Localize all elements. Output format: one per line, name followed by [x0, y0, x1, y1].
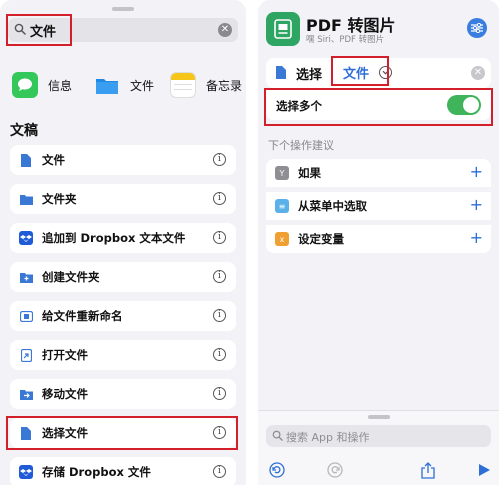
list-item-move-file[interactable]: 移动文件 i	[10, 379, 236, 409]
suggestion-choose-from-menu[interactable]: ≡ 从菜单中选取 +	[266, 192, 491, 220]
suggestion-set-variable[interactable]: x 设定变量 +	[266, 225, 491, 253]
undo-icon	[269, 462, 285, 478]
action-library-panel: 文件 ✕ 信息 文件 备忘录 文稿 文件 i 文件夹 i 追加到 Dropbox…	[0, 0, 246, 485]
section-title: 文稿	[10, 123, 38, 139]
list-item-dropbox-save[interactable]: 存储 Dropbox 文件 i	[10, 457, 236, 485]
app-label: 备忘录	[206, 78, 243, 93]
redo-button[interactable]	[326, 461, 344, 479]
list-item-label: 打开文件	[42, 348, 88, 362]
list-item-file[interactable]: 文件 i	[10, 145, 236, 175]
variable-icon: x	[275, 232, 289, 246]
redo-icon	[327, 462, 343, 478]
list-item-label: 移动文件	[42, 387, 88, 401]
create-folder-icon	[19, 270, 33, 284]
suggestion-label: 设定变量	[298, 232, 344, 246]
info-icon[interactable]: i	[213, 270, 226, 283]
add-icon[interactable]: +	[470, 195, 483, 214]
file-icon	[276, 66, 286, 79]
remove-action-icon[interactable]: ✕	[471, 66, 485, 80]
app-row: 信息 文件 备忘录	[10, 70, 246, 100]
list-item-open-file[interactable]: 打开文件 i	[10, 340, 236, 370]
sliders-icon	[471, 23, 483, 33]
list-item-label: 存储 Dropbox 文件	[42, 465, 151, 479]
app-label: 信息	[48, 78, 73, 93]
folder-icon	[19, 192, 33, 206]
list-item-create-folder[interactable]: 创建文件夹 i	[10, 262, 236, 292]
clear-search-icon[interactable]: ✕	[218, 23, 232, 37]
shortcut-editor-panel: PDF 转图片 嘿 Siri、PDF 转图片 选择 文件 ✕ 选择多个 下个操作…	[258, 0, 499, 485]
dropbox-icon	[19, 465, 33, 479]
dropbox-icon	[19, 231, 33, 245]
messages-app-icon	[12, 72, 38, 98]
add-icon[interactable]: +	[470, 228, 483, 247]
rename-file-icon	[19, 309, 33, 323]
play-icon	[478, 464, 490, 476]
suggestions-title: 下个操作建议	[268, 139, 334, 152]
highlight-search	[6, 14, 72, 46]
share-button[interactable]	[419, 461, 437, 479]
suggestion-if[interactable]: Y 如果 +	[266, 159, 491, 187]
suggestion-label: 从菜单中选取	[298, 199, 367, 213]
if-branch-icon: Y	[275, 166, 289, 180]
info-icon[interactable]: i	[213, 192, 226, 205]
highlight-select-file	[6, 416, 238, 450]
move-file-icon	[19, 387, 33, 401]
action-search-placeholder: 搜索 App 和操作	[286, 431, 370, 444]
open-file-icon	[19, 348, 33, 362]
action-search-field[interactable]: 搜索 App 和操作	[266, 425, 491, 447]
highlight-select-multiple	[264, 88, 493, 126]
notes-app-icon	[170, 72, 196, 98]
info-icon[interactable]: i	[213, 153, 226, 166]
list-item-label: 给文件重新命名	[42, 309, 123, 323]
info-icon[interactable]: i	[213, 309, 226, 322]
list-item-label: 文件	[42, 153, 65, 167]
list-item-rename-file[interactable]: 给文件重新命名 i	[10, 301, 236, 331]
list-item-label: 文件夹	[42, 192, 77, 206]
highlight-file-token	[331, 56, 389, 86]
info-icon[interactable]: i	[213, 387, 226, 400]
app-notes[interactable]: 备忘录	[170, 70, 242, 100]
shortcut-subtitle: 嘿 Siri、PDF 转图片	[306, 35, 385, 45]
action-label: 选择	[296, 68, 323, 83]
undo-button[interactable]	[268, 461, 286, 479]
list-item-folder[interactable]: 文件夹 i	[10, 184, 236, 214]
run-button[interactable]	[475, 461, 493, 479]
menu-icon: ≡	[275, 199, 289, 213]
info-icon[interactable]: i	[213, 348, 226, 361]
add-icon[interactable]: +	[470, 162, 483, 181]
list-item-label: 追加到 Dropbox 文本文件	[42, 231, 186, 245]
info-icon[interactable]: i	[213, 231, 226, 244]
share-icon	[421, 461, 435, 479]
bottom-bar: 搜索 App 和操作	[258, 410, 499, 485]
list-item-label: 创建文件夹	[42, 270, 100, 284]
settings-button[interactable]	[467, 18, 487, 38]
list-item-dropbox-append[interactable]: 追加到 Dropbox 文本文件 i	[10, 223, 236, 253]
files-app-icon	[94, 72, 120, 98]
app-files[interactable]: 文件	[94, 70, 154, 100]
app-label: 文件	[130, 78, 155, 93]
sheet-grabber[interactable]	[368, 415, 390, 419]
info-icon[interactable]: i	[213, 465, 226, 478]
shortcut-icon[interactable]	[266, 12, 300, 46]
sheet-grabber[interactable]	[112, 7, 134, 11]
search-icon	[272, 430, 283, 441]
suggestion-label: 如果	[298, 166, 321, 180]
app-messages[interactable]: 信息	[12, 70, 72, 100]
file-icon	[19, 153, 33, 167]
